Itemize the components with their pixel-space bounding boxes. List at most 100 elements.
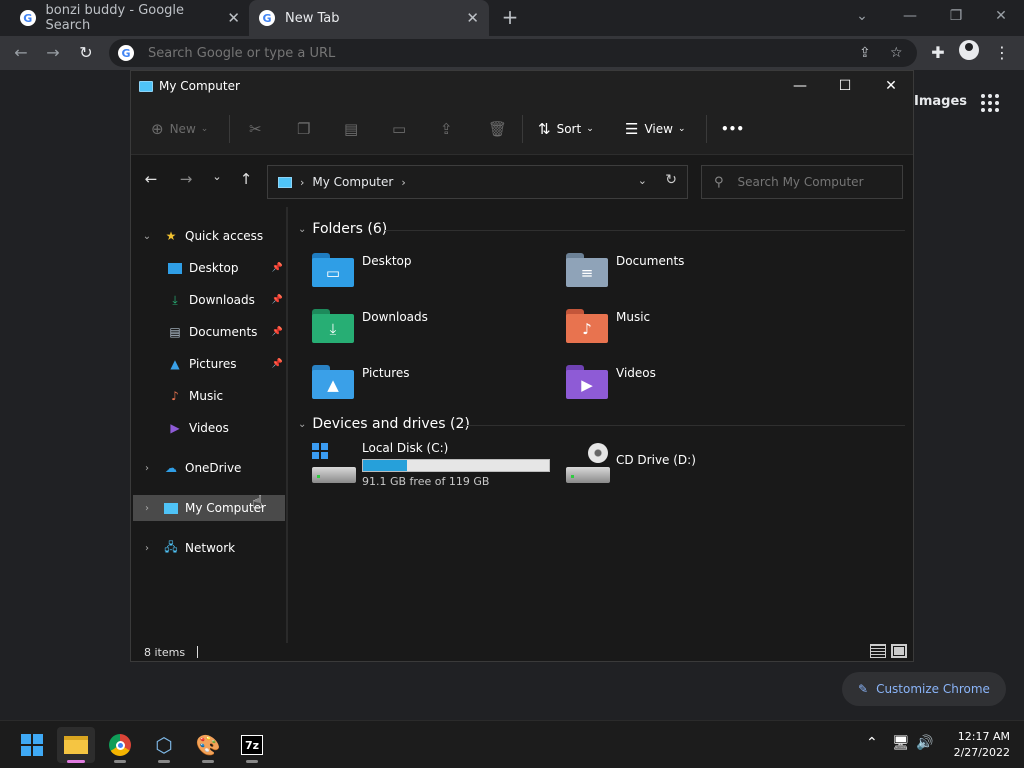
address-bar[interactable]: › My Computer › ⌄ ↻ [267, 165, 688, 199]
more-options-button[interactable]: ••• [721, 117, 744, 141]
breadcrumb-my-computer[interactable]: My Computer [312, 175, 393, 189]
divider [462, 425, 905, 426]
sidebar-item-documents[interactable]: ▤ Documents 📌 [133, 319, 285, 345]
folder-downloads[interactable]: ⤓ Downloads [312, 309, 428, 349]
sidebar-item-pictures[interactable]: ▲ Pictures 📌 [133, 351, 285, 377]
drives-group-header[interactable]: ⌄ Devices and drives (2) [298, 414, 470, 434]
forward-icon[interactable]: → [40, 40, 66, 66]
start-button[interactable] [13, 727, 51, 763]
delete-button[interactable]: 🗑 [488, 117, 513, 141]
star-icon: ★ [165, 229, 177, 243]
clock-date: 2/27/2022 [953, 746, 1010, 759]
sidebar-item-network[interactable]: › 🖧 Network [133, 535, 285, 561]
new-button[interactable]: ⊕ New ⌄ [151, 117, 208, 141]
mouse-pointer-icon: ☝ [252, 492, 263, 513]
folder-desktop[interactable]: ▭ Desktop [312, 253, 412, 293]
extensions-puzzle-icon[interactable]: ✚ [925, 40, 951, 66]
expand-chevron-icon[interactable]: › [139, 503, 155, 514]
sidebar-item-desktop[interactable]: Desktop 📌 [133, 255, 285, 281]
details-view-icon[interactable] [870, 644, 886, 658]
windows-logo-icon [21, 734, 43, 756]
new-tab-button[interactable]: + [498, 6, 522, 30]
back-icon[interactable]: ← [8, 40, 34, 66]
share-icon[interactable]: ⇪ [859, 45, 871, 61]
omnibox-input[interactable] [148, 45, 828, 61]
folder-videos[interactable]: ▶ Videos [566, 365, 656, 405]
close-tab-icon[interactable]: ✕ [227, 9, 240, 27]
expand-chevron-icon[interactable]: › [139, 543, 155, 554]
copy-button[interactable]: ❐ [297, 117, 316, 141]
customize-chrome-button[interactable]: ✎ Customize Chrome [842, 672, 1006, 706]
up-arrow-icon[interactable]: ↑ [236, 170, 256, 192]
explorer-maximize-button[interactable]: ☐ [830, 75, 860, 97]
back-arrow-icon[interactable]: ← [141, 170, 161, 192]
folders-group-header[interactable]: ⌄ Folders (6) [298, 219, 387, 239]
search-box[interactable]: ⚲ [701, 165, 903, 199]
chevron-down-icon: ⌄ [200, 124, 209, 134]
tab-new-tab[interactable]: G New Tab ✕ [249, 0, 489, 36]
reload-icon[interactable]: ↻ [73, 40, 99, 66]
pin-icon: 📌 [271, 295, 283, 305]
sidebar-item-music[interactable]: ♪ Music [133, 383, 285, 409]
explorer-close-button[interactable]: ✕ [876, 75, 906, 97]
breadcrumb-chevron-icon[interactable]: › [300, 176, 304, 189]
view-button[interactable]: ☰ View ⌄ [625, 117, 685, 141]
paste-button[interactable]: ▤ [344, 117, 364, 141]
chrome-menu-icon[interactable]: ⋮ [989, 40, 1015, 66]
sort-arrows-icon: ⇅ [538, 120, 551, 138]
large-icons-view-icon[interactable] [891, 644, 907, 658]
computer-icon [164, 502, 178, 514]
restore-button[interactable]: ❐ [942, 4, 970, 28]
sort-button[interactable]: ⇅ Sort ⌄ [538, 117, 594, 141]
search-input[interactable] [737, 175, 898, 189]
taskbar-7zip[interactable]: 7z [233, 727, 271, 763]
profile-avatar[interactable] [959, 40, 979, 60]
tab-bonzi-search[interactable]: G bonzi buddy - Google Search ✕ [10, 0, 250, 36]
share-button[interactable]: ⇪ [440, 117, 459, 141]
divider [197, 646, 199, 658]
close-window-button[interactable]: ✕ [987, 4, 1015, 28]
sidebar-item-onedrive[interactable]: › ☁ OneDrive [133, 455, 285, 481]
minimize-button[interactable]: — [896, 4, 924, 28]
taskbar-paint[interactable]: 🎨 [189, 727, 227, 763]
taskbar-virtualbox[interactable]: ⬡ [145, 727, 183, 763]
sidebar-item-downloads[interactable]: ⤓ Downloads 📌 [133, 287, 285, 313]
window-title: My Computer [159, 79, 240, 93]
close-tab-icon[interactable]: ✕ [466, 9, 479, 27]
sidebar-item-quick-access[interactable]: ⌄ ★ Quick access [133, 223, 285, 249]
folder-pictures[interactable]: ▲ Pictures [312, 365, 410, 405]
cut-button[interactable]: ✂ [249, 117, 268, 141]
chevron-down-icon: ⌄ [677, 124, 686, 134]
pencil-icon: ✎ [858, 682, 869, 696]
images-link[interactable]: Images [914, 94, 967, 109]
drive-cd-d[interactable]: CD Drive (D:) [566, 441, 696, 487]
refresh-icon[interactable]: ↻ [665, 172, 677, 188]
omnibox[interactable]: G ⇪ ☆ [109, 39, 917, 67]
command-bar: ⊕ New ⌄ ✂ ❐ ▤ ▭ ⇪ 🗑 ⇅ Sort ⌄ ☰ View ⌄ ••… [131, 101, 913, 155]
explorer-minimize-button[interactable]: — [785, 75, 815, 97]
tab-search-chevron-icon[interactable]: ⌄ [848, 4, 876, 28]
drive-local-disk-c[interactable]: Local Disk (C:) 91.1 GB free of 119 GB [312, 441, 550, 488]
breadcrumb-chevron-icon[interactable]: › [401, 176, 405, 189]
sidebar-item-videos[interactable]: ▶ Videos [133, 415, 285, 441]
taskbar-clock[interactable]: 12:17 AM 2/27/2022 [940, 729, 1010, 761]
expand-chevron-icon[interactable]: ⌄ [139, 231, 155, 242]
taskbar-chrome[interactable] [101, 727, 139, 763]
expand-chevron-icon[interactable]: › [139, 463, 155, 474]
explorer-titlebar[interactable]: My Computer — ☐ ✕ [131, 71, 913, 101]
network-icon[interactable]: 🖥 [892, 735, 910, 751]
taskbar-file-explorer[interactable] [57, 727, 95, 763]
folder-music[interactable]: ♪ Music [566, 309, 650, 349]
downloads-folder-icon: ⤓ [312, 309, 354, 343]
google-apps-icon[interactable] [981, 94, 999, 112]
show-hidden-icons-chevron-icon[interactable]: ⌃ [866, 735, 878, 751]
recent-locations-chevron-icon[interactable]: ⌄ [207, 170, 227, 192]
address-dropdown-icon[interactable]: ⌄ [638, 174, 647, 187]
bookmark-star-icon[interactable]: ☆ [890, 45, 903, 61]
sort-label: Sort [556, 122, 582, 136]
forward-arrow-icon[interactable]: → [176, 170, 196, 192]
document-icon: ▤ [169, 325, 181, 339]
volume-icon[interactable]: 🔊 [916, 735, 933, 751]
rename-button[interactable]: ▭ [392, 117, 412, 141]
folder-documents[interactable]: ≡ Documents [566, 253, 684, 293]
